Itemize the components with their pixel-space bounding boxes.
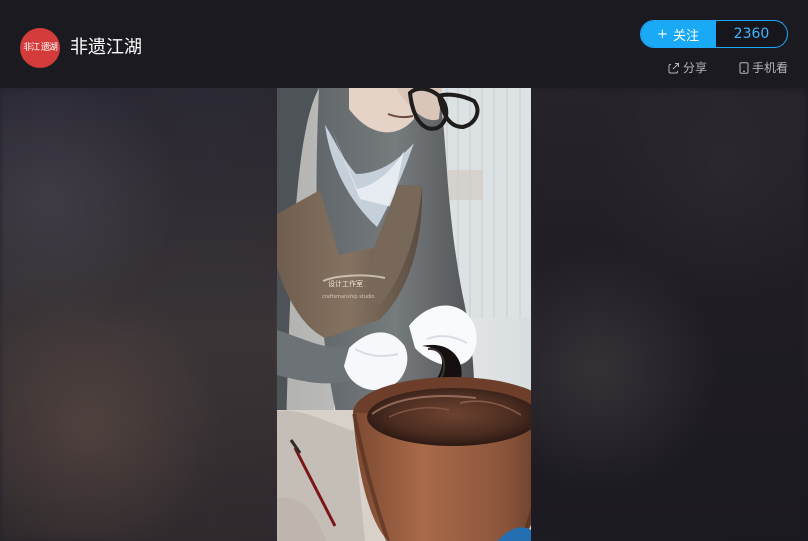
phone-label: 手机看 [751, 61, 788, 75]
avatar-text: 非江 遗湖 [23, 42, 58, 53]
channel-name[interactable]: 非遗江湖 [70, 36, 142, 60]
craft-video-scene: 设计工作室 craftsmanship studio [277, 88, 531, 541]
follower-count: 2360 [716, 21, 787, 47]
video-actions: 分享 手机看 [668, 60, 788, 76]
share-button[interactable]: 分享 [668, 60, 707, 76]
channel-header: 非江 遗湖 非遗江湖 + 关注 2360 分享 手机看 [0, 0, 808, 88]
follow-control: + 关注 2360 [640, 20, 788, 48]
svg-text:设计工作室: 设计工作室 [328, 279, 363, 288]
share-label: 分享 [682, 61, 707, 75]
video-page: 非江 遗湖 非遗江湖 + 关注 2360 分享 手机看 设计工作室 crafts… [0, 0, 808, 541]
video-player-area[interactable]: 设计工作室 craftsmanship studio [0, 88, 808, 541]
share-icon [668, 62, 680, 74]
right-blurred-background [531, 88, 808, 541]
video-frame[interactable]: 设计工作室 craftsmanship studio [277, 88, 531, 541]
follow-label: 关注 [672, 28, 699, 44]
phone-watch-button[interactable]: 手机看 [739, 60, 788, 76]
left-blurred-background [0, 88, 277, 541]
phone-icon [739, 62, 749, 74]
svg-text:craftsmanship studio: craftsmanship studio [322, 294, 375, 300]
channel-avatar[interactable]: 非江 遗湖 [20, 28, 60, 68]
plus-icon: + [657, 26, 668, 42]
follow-button[interactable]: + 关注 [641, 21, 716, 47]
